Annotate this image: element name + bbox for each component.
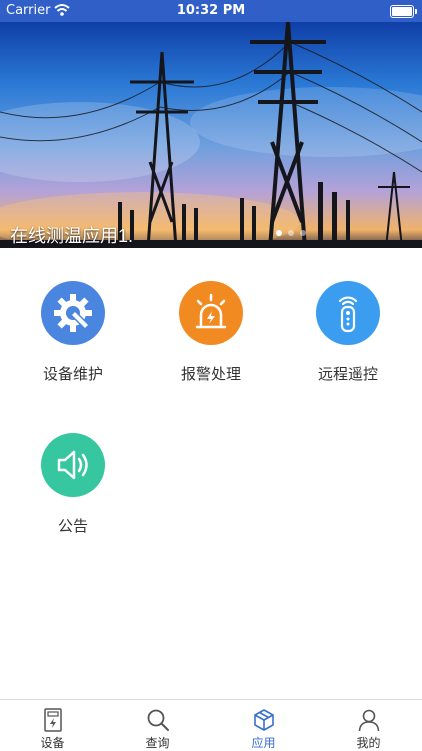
tab-device[interactable]: 设备: [0, 700, 105, 751]
app-label: 远程遥控: [317, 365, 378, 383]
tab-apps[interactable]: 应用: [211, 700, 316, 751]
speaker-icon: [41, 433, 105, 497]
user-icon: [358, 709, 379, 732]
tab-label: 查询: [145, 736, 170, 750]
banner-caption: 在线测温应用1.: [10, 226, 134, 246]
remote-control-icon: [316, 281, 380, 345]
tab-query[interactable]: 查询: [105, 700, 210, 751]
tab-label: 设备: [40, 736, 65, 750]
app-device-maintenance[interactable]: 设备维护: [13, 281, 133, 384]
app-label: 公告: [57, 517, 88, 535]
cube-icon: [253, 709, 274, 731]
device-icon: [43, 708, 62, 732]
tab-bar: 设备 查询 应用 我的: [0, 699, 422, 751]
carousel-indicator: [276, 221, 312, 240]
clock: 10:32 PM: [176, 3, 246, 18]
battery-icon: [390, 5, 417, 18]
tab-label: 我的: [356, 736, 381, 750]
carousel-dot[interactable]: [276, 230, 282, 236]
app-label: 设备维护: [42, 365, 103, 383]
carousel-dot[interactable]: [300, 230, 306, 236]
tab-mine[interactable]: 我的: [316, 700, 421, 751]
app-alarm-handling[interactable]: 报警处理: [151, 281, 271, 384]
alarm-siren-icon: [179, 281, 243, 345]
carousel-dot[interactable]: [288, 230, 294, 236]
tab-label: 应用: [251, 736, 276, 750]
app-label: 报警处理: [180, 365, 241, 383]
app-remote-control[interactable]: 远程遥控: [288, 281, 408, 384]
gear-wrench-icon: [41, 281, 105, 345]
search-icon: [147, 709, 169, 731]
power-towers-image: [0, 22, 422, 248]
banner-carousel[interactable]: 在线测温应用1.: [0, 22, 422, 248]
status-bar: Carrier 10:32 PM: [0, 0, 422, 22]
app-announcement[interactable]: 公告: [13, 433, 133, 536]
